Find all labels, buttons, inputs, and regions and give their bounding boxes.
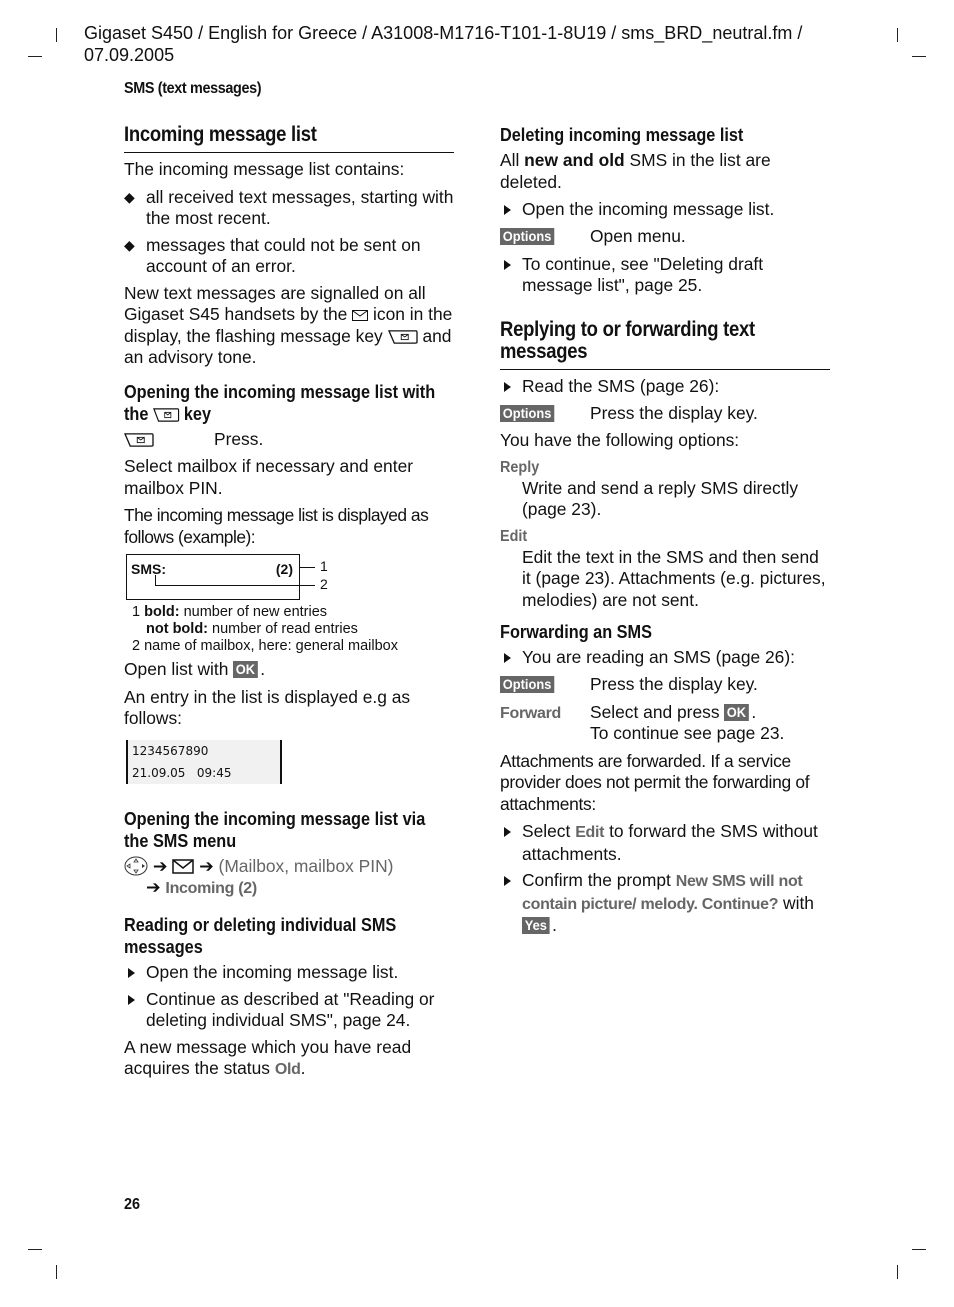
callout-line [299,567,315,568]
incoming-title: Incoming message list [124,123,317,146]
incoming-title-wrap: Incoming message list [124,124,454,153]
page-number: 26 [124,1196,141,1213]
list-item: You are reading an SMS (page 26): [500,647,830,669]
options-softkey: Options [500,228,555,245]
list-item: To continue, see "Deleting draft message… [500,254,830,297]
option-edit-desc: Edit the text in the SMS and then send i… [522,546,826,610]
crop-mark [56,28,57,42]
display-legend: 1 bold: number of new entries not bold: … [132,604,398,654]
triangle-bullet-icon [504,205,511,215]
triangle-bullet-icon [128,967,135,978]
reply-title-wrap: Replying to or forwarding text messages [500,317,830,370]
menu-edit: Edit [575,824,605,841]
display-count: (2) [275,561,293,577]
crop-mark [912,56,926,57]
arrow-right-icon: ➔ [146,877,161,897]
options-row: Options Press the display key. [500,674,830,696]
reply-title: Replying to or forwarding text messages [500,317,755,363]
attachments-text: Attachments are forwarded. If a service … [500,750,810,814]
diamond-bullet-icon: ◆ [124,236,135,253]
entry-date: 21.09.05 [132,765,186,780]
menu-path-text: (Mailbox, mailbox PIN) [218,855,394,876]
message-key-icon [124,432,154,447]
display-intro-text: The incoming message list is displayed a… [124,505,429,547]
section-label: SMS (text messages) [124,80,262,97]
ok-softkey: OK [724,703,750,721]
options-softkey: Options [500,404,555,422]
envelope-icon [172,858,195,874]
list-item: ◆ messages that could not be sent on acc… [124,234,421,277]
arrow-right-icon: ➔ [199,855,214,876]
diamond-bullet-icon: ◆ [124,188,135,205]
list-item: Confirm the prompt New SMS will not cont… [500,870,830,937]
list-item: Select Edit to forward the SMS without a… [500,821,830,865]
callout-number-2: 2 [320,576,328,592]
press-text: Press. [214,428,264,449]
left-column: Incoming message list The incoming messa… [124,124,454,1087]
display-example: SMS: (2) 1 2 [124,554,454,600]
callout-line [155,575,156,585]
have-options-text: You have the following options: [500,430,740,450]
deleting-text: All new and old SMS in the list are dele… [500,150,771,192]
status-old: Old [274,1061,301,1078]
list-item: Open the incoming message list. [500,199,830,221]
entry-intro-text: An entry in the list is displayed e.g as… [124,686,411,729]
options-row: Options Press the display key. [500,403,830,425]
option-edit: Edit [500,527,528,545]
crop-mark [28,56,42,57]
list-item: ◆ all received text messages, starting w… [124,186,454,229]
forwarding-heading: Forwarding an SMS [500,621,652,642]
intro-text: The incoming message list contains: [124,159,405,179]
crop-mark [28,1249,42,1250]
right-column: Deleting incoming message list All new a… [500,124,830,942]
deleting-heading: Deleting incoming message list [500,124,744,145]
header-line-1: Gigaset S450 / English for Greece / A310… [84,23,803,43]
crop-mark [897,28,898,42]
message-key-icon [387,329,418,344]
signal-paragraph: New text messages are signalled on all G… [124,282,453,368]
triangle-bullet-icon [504,259,511,270]
list-item: Continue as described at "Reading or del… [124,989,454,1032]
open-list-text: Open list with OK. [124,659,266,679]
crop-mark [56,1265,57,1279]
option-reply: Reply [500,458,540,476]
menu-path: ➔ ➔ (Mailbox, mailbox PIN) ➔ Incoming (2… [124,856,454,900]
header-line-2: 07.09.2005 [84,45,175,65]
yes-softkey: Yes [522,917,550,934]
press-key-row: Press. [124,429,454,451]
entry-number: 1234567890 [132,743,209,758]
list-item: Open the incoming message list. [124,962,454,984]
document-header: Gigaset S450 / English for Greece / A310… [84,22,844,66]
reading-heading: Reading or deleting individual SMS messa… [124,913,397,957]
triangle-bullet-icon [504,653,511,663]
triangle-bullet-icon [128,994,135,1005]
ok-softkey: OK [233,661,259,678]
menu-forward: Forward [500,704,562,722]
forward-row: Forward Select and press OK. To continue… [500,701,785,744]
triangle-bullet-icon [504,827,511,837]
message-key-icon [152,407,180,422]
open-with-key-heading: Opening the incoming message list with t… [124,380,436,424]
entry-time: 09:45 [196,765,232,780]
navigation-key-icon [124,856,148,875]
via-menu-heading: Opening the incoming message list via th… [124,807,426,851]
arrow-right-icon: ➔ [152,855,168,876]
menu-incoming: Incoming (2) [165,880,257,897]
triangle-bullet-icon [504,876,511,886]
entry-example: 1234567890 21.09.05 09:45 [126,739,282,784]
envelope-icon [352,310,369,321]
crop-mark [897,1265,898,1279]
list-item: Read the SMS (page 26): [500,376,830,398]
callout-line [155,585,315,586]
options-softkey: Options [500,676,555,693]
crop-mark [912,1249,926,1250]
options-row: Options Open menu. [500,226,830,248]
display-label: SMS: [131,561,166,577]
select-mailbox-text: Select mailbox if necessary and enter ma… [124,456,414,498]
status-paragraph: A new message which you have read acquir… [124,1036,412,1079]
option-reply-desc: Write and send a reply SMS directly (pag… [522,477,799,520]
triangle-bullet-icon [504,381,511,392]
display-box: SMS: (2) [126,554,315,600]
